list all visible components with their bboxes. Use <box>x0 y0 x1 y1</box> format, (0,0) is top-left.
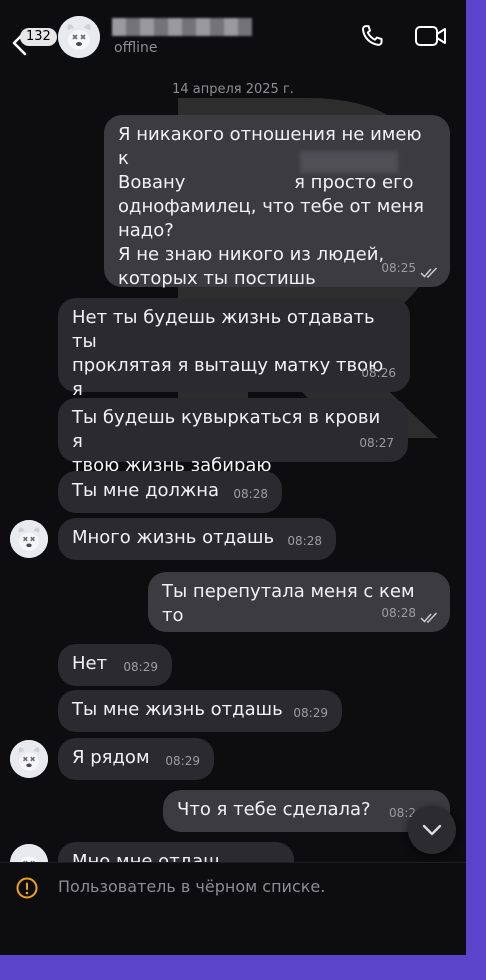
contact-status: offline <box>114 40 158 56</box>
date-separator: 14 апреля 2025 г. <box>172 82 294 97</box>
message-time: 08:28 <box>233 487 268 501</box>
message-time: 08:29 <box>165 754 200 768</box>
message-bubble-in[interactable]: Нет ты будешь жизнь отдавать ты проклята… <box>58 298 410 424</box>
message-bubble-in[interactable]: Ты мне должна 08:28 <box>58 471 282 513</box>
message-text: Много жизнь отдашь <box>72 527 275 548</box>
sender-avatar[interactable] <box>10 740 48 778</box>
contact-avatar[interactable] <box>58 16 100 58</box>
scroll-to-bottom-button[interactable] <box>408 806 456 854</box>
sender-avatar[interactable] <box>10 520 48 558</box>
video-camera-icon <box>415 26 446 46</box>
message-time: 08:29 <box>123 660 158 674</box>
video-call-button[interactable] <box>414 24 448 52</box>
message-time: 08:26 <box>361 366 396 380</box>
dog-face-icon <box>10 520 48 558</box>
message-time: 08:27 <box>359 436 394 450</box>
double-check-icon <box>420 267 438 278</box>
warning-icon <box>16 877 38 899</box>
message-time: 08:28 <box>381 606 416 620</box>
chevron-down-icon <box>422 824 442 836</box>
message-bubble-in[interactable]: Много жизнь отдашь 08:28 <box>58 518 336 560</box>
message-bubble-out[interactable]: Я никакого отношения не имею к Вовану я … <box>104 115 450 289</box>
unread-count-badge: 132 <box>20 28 57 46</box>
message-time: 08:28 <box>287 534 322 548</box>
phone-icon <box>362 25 383 46</box>
redacted-name <box>300 151 398 173</box>
message-bubble-in[interactable]: Ты будешь кувыркаться в крови я твою жиз… <box>58 398 408 476</box>
chat-header: 132 offline <box>0 0 466 74</box>
message-text: Ты будешь кувыркаться в крови я твою жиз… <box>72 407 381 476</box>
message-text: Ты мне жизнь отдашь <box>72 699 283 720</box>
chat-screen: 132 offline 14 апреля 2025 г. Я никакого… <box>0 0 466 980</box>
message-bubble-in[interactable]: Я рядом 08:29 <box>58 738 214 780</box>
dog-face-icon <box>10 740 48 778</box>
bottom-band <box>0 955 486 980</box>
message-bubble-out[interactable]: Ты перепутала меня с кем то 08:28 <box>148 572 450 632</box>
double-check-icon <box>420 612 438 623</box>
contact-name-redacted <box>112 18 252 36</box>
message-time: 08:29 <box>293 706 328 720</box>
message-bubble-out[interactable]: Что я тебе сделала? 08:2 <box>163 790 450 832</box>
message-bubble-in[interactable]: Нет 08:29 <box>58 644 172 686</box>
blocked-user-footer: Пользователь в чёрном списке. <box>0 862 466 956</box>
back-button[interactable]: 132 <box>6 14 57 56</box>
dog-face-icon <box>58 16 100 58</box>
blocked-notice: Пользователь в чёрном списке. <box>58 877 326 896</box>
message-time: 08:25 <box>381 261 416 275</box>
message-bubble-in[interactable]: Ты мне жизнь отдашь 08:29 <box>58 690 342 732</box>
call-button[interactable] <box>358 22 386 54</box>
right-edge-bar <box>466 0 486 955</box>
